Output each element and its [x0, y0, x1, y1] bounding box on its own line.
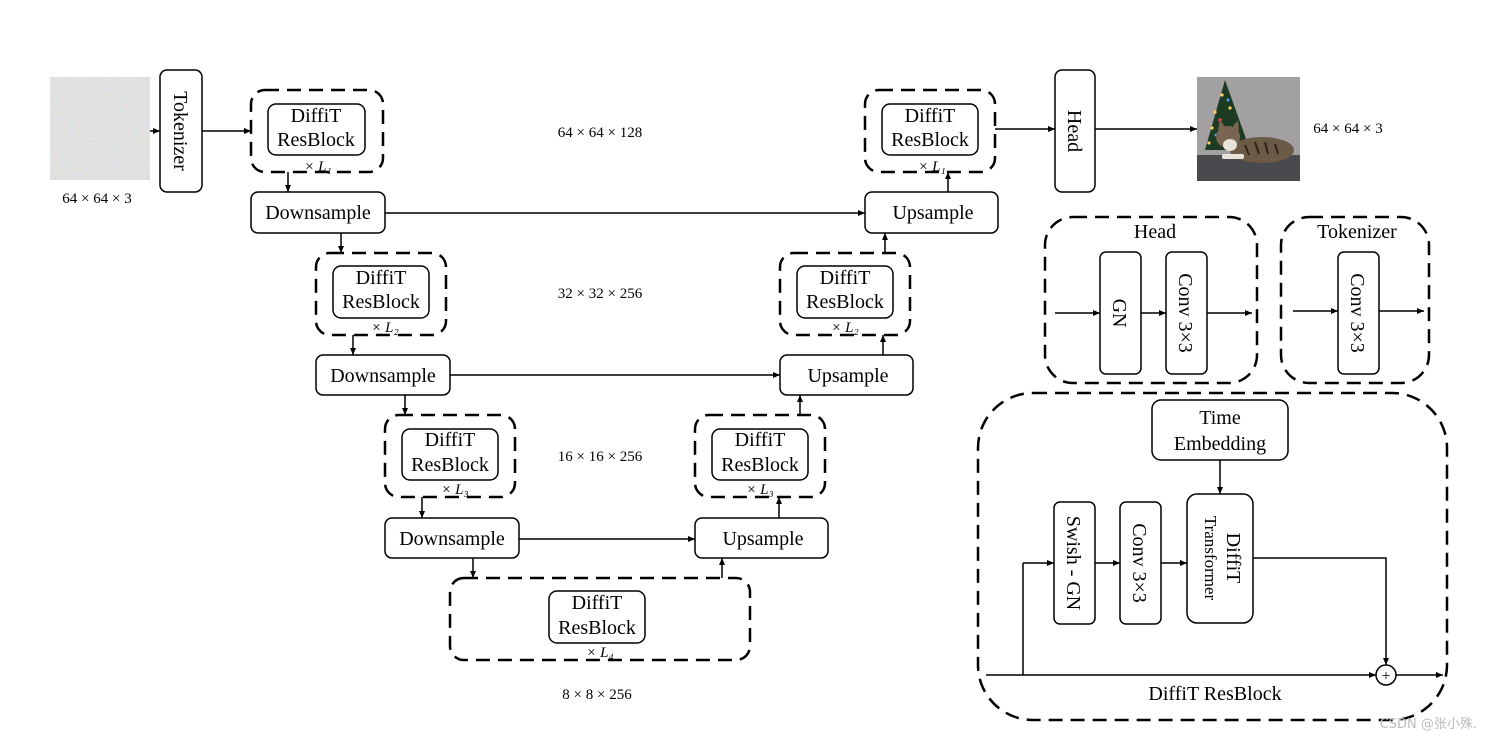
encoder-resblock-level-3: DiffiT ResBlock × L₃ [383, 413, 517, 499]
block-label: ResBlock [891, 129, 969, 151]
block-label: DiffiT [735, 429, 786, 451]
repeat-label: × L₂ [831, 320, 858, 336]
resblock-legend-title: DiffiT ResBlock [1148, 683, 1281, 705]
upsample-label: Upsample [722, 528, 803, 550]
gn-label: GN [1108, 299, 1130, 328]
decoder-resblock-level-1: DiffiT ResBlock × L₁ [863, 88, 997, 175]
tokenizer-legend-title: Tokenizer [1317, 221, 1397, 243]
conv-label: Conv 3×3 [1174, 273, 1196, 353]
encoder-resblock-level-1: DiffiT ResBlock × L₁ [249, 88, 385, 175]
downsample-2: Downsample [315, 354, 451, 396]
time-embedding-label: Embedding [1174, 433, 1266, 455]
level-2-dims: 32 × 32 × 256 [558, 286, 643, 302]
downsample-3: Downsample [384, 517, 520, 559]
tokenizer-label: Tokenizer [169, 91, 191, 171]
block-label: ResBlock [411, 454, 489, 476]
level-1-dims: 64 × 64 × 128 [558, 125, 642, 141]
resblock-legend: Time Embedding Swish - GN Conv 3×3 Diffi… [976, 391, 1449, 722]
block-label: ResBlock [806, 291, 884, 313]
upsample-3: Upsample [694, 517, 829, 559]
head-legend: Head GN Conv 3×3 [1043, 215, 1259, 385]
output-dims-label: 64 × 64 × 3 [1313, 121, 1382, 137]
block-label: DiffiT [905, 105, 956, 127]
repeat-label: × L₁ [918, 159, 945, 175]
bottleneck-resblock: DiffiT ResBlock × L₄ [448, 576, 752, 662]
block-label: DiffiT [291, 105, 342, 127]
repeat-label: × L₁ [304, 159, 331, 175]
downsample-1: Downsample [250, 191, 386, 234]
output-cat-image [1197, 77, 1300, 181]
block-label: DiffiT [356, 267, 407, 289]
plus-sign: + [1381, 668, 1390, 685]
upsample-2: Upsample [779, 354, 914, 396]
head-block: Head [1054, 69, 1096, 193]
repeat-label: × L₄ [586, 645, 613, 661]
diffit-transformer-label: Transformer [1201, 516, 1220, 601]
downsample-label: Downsample [330, 365, 436, 387]
input-dims-label: 64 × 64 × 3 [62, 191, 131, 207]
conv-label: Conv 3×3 [1346, 273, 1368, 353]
head-label: Head [1063, 110, 1085, 152]
block-label: DiffiT [820, 267, 871, 289]
repeat-label: × L₂ [371, 320, 398, 336]
block-label: ResBlock [342, 291, 420, 313]
repeat-label: × L₃ [746, 482, 773, 498]
block-label: ResBlock [277, 129, 355, 151]
upsample-label: Upsample [807, 365, 888, 387]
tokenizer-legend: Tokenizer Conv 3×3 [1279, 215, 1431, 385]
diffit-transformer-label: DiffiT [1222, 533, 1244, 584]
watermark: CSDN @张小殊. [1380, 717, 1477, 732]
diffit-architecture-diagram: 64 × 64 × 3 Tokenizer DiffiT ResBlock × … [50, 69, 1477, 732]
downsample-label: Downsample [265, 202, 371, 224]
block-label: ResBlock [558, 617, 636, 639]
tokenizer-block: Tokenizer [159, 69, 203, 193]
encoder-resblock-level-2: DiffiT ResBlock × L₂ [314, 251, 448, 337]
downsample-label: Downsample [399, 528, 505, 550]
conv-label: Conv 3×3 [1128, 523, 1150, 603]
time-embedding-label: Time [1199, 407, 1241, 429]
decoder-resblock-level-2: DiffiT ResBlock × L₂ [778, 251, 912, 337]
block-label: ResBlock [721, 454, 799, 476]
level-4-dims: 8 × 8 × 256 [562, 687, 632, 703]
level-3-dims: 16 × 16 × 256 [558, 449, 643, 465]
decoder-resblock-level-3: DiffiT ResBlock × L₃ [693, 413, 827, 499]
upsample-1: Upsample [864, 191, 999, 234]
swish-gn-label: Swish - GN [1062, 516, 1084, 610]
block-label: DiffiT [425, 429, 476, 451]
block-label: DiffiT [572, 592, 623, 614]
head-legend-title: Head [1134, 221, 1176, 243]
noise-input-image [50, 77, 150, 180]
upsample-label: Upsample [892, 202, 973, 224]
repeat-label: × L₃ [441, 482, 468, 498]
